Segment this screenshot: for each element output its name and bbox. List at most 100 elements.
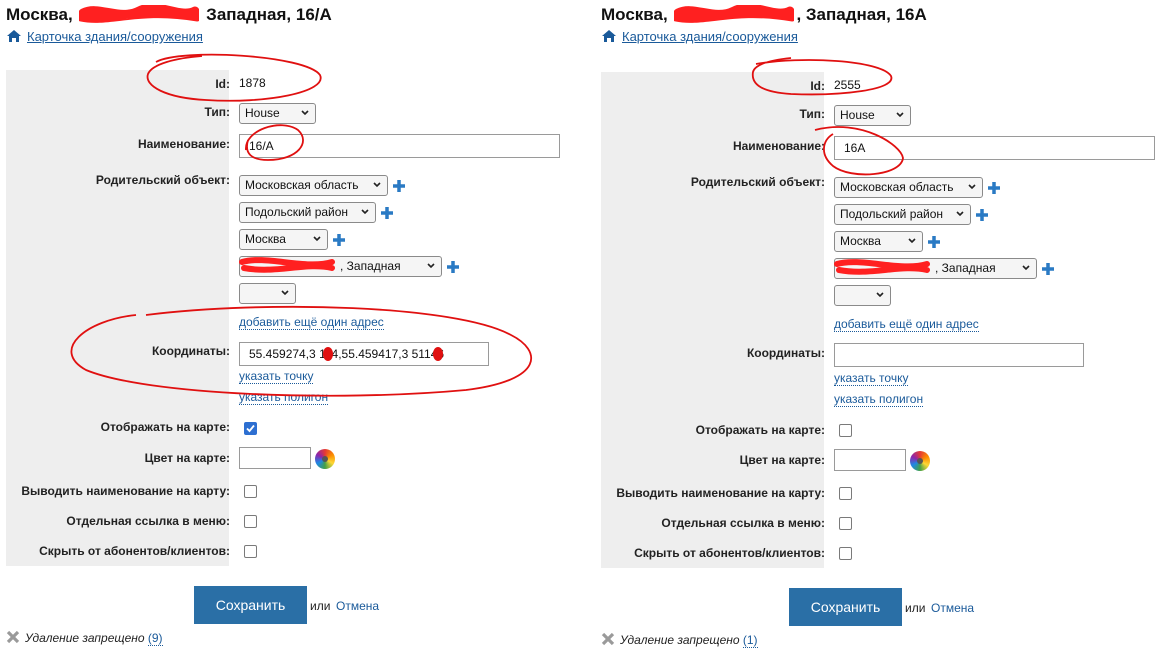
set-point-link[interactable]: указать точку	[239, 369, 314, 384]
parent-select-value: Московская область	[245, 178, 359, 192]
add-address-link[interactable]: добавить ещё один адрес	[239, 315, 384, 330]
parent-select-value: , Западная	[340, 259, 401, 273]
coords-field[interactable]: 55.459274,3 114,55.459417,3 51146	[239, 342, 489, 366]
id-value: 2555	[834, 78, 861, 92]
id-label: Id:	[810, 79, 825, 93]
show-on-map-label: Отображать на карте:	[100, 420, 230, 434]
save-button[interactable]: Сохранить	[194, 586, 307, 624]
add-parent-icon[interactable]	[446, 260, 460, 274]
chevron-down-icon	[301, 110, 309, 116]
parent-select-street[interactable]: , Западная	[239, 256, 442, 277]
color-picker-icon[interactable]	[910, 451, 930, 471]
parent-select-value: Подольский район	[245, 205, 349, 219]
chevron-down-icon	[908, 238, 916, 244]
parent-select-city[interactable]: Москва	[239, 229, 328, 250]
id-label: Id:	[215, 77, 230, 91]
parent-select-region[interactable]: Московская область	[239, 175, 388, 196]
map-color-field[interactable]	[834, 449, 906, 471]
building-card-link[interactable]: Карточка здания/сооружения	[27, 29, 203, 44]
parent-select-value: , Западная	[935, 261, 996, 275]
menu-link-label: Отдельная ссылка в меню:	[66, 514, 230, 528]
chevron-down-icon	[361, 209, 369, 215]
cancel-link[interactable]: Отмена	[931, 601, 974, 615]
name-field[interactable]: 16/А	[239, 134, 560, 158]
hide-clients-label: Скрыть от абонентов/клиентов:	[634, 546, 825, 560]
add-parent-icon[interactable]	[927, 235, 941, 249]
chevron-down-icon	[373, 182, 381, 188]
building-card-link[interactable]: Карточка здания/сооружения	[622, 29, 798, 44]
chevron-down-icon	[968, 184, 976, 190]
hide-clients-checkbox[interactable]	[244, 545, 257, 558]
delete-count-link[interactable]: (9)	[147, 631, 163, 646]
coords-label: Координаты:	[151, 344, 230, 358]
map-color-field[interactable]	[239, 447, 311, 469]
chevron-down-icon	[896, 112, 904, 118]
show-on-map-label: Отображать на карте:	[695, 423, 825, 437]
name-label: Наименование:	[137, 137, 230, 151]
name-label: Наименование:	[732, 139, 825, 153]
parent-select-street[interactable]: , Западная	[834, 258, 1037, 279]
add-parent-icon[interactable]	[1041, 262, 1055, 276]
show-name-checkbox[interactable]	[839, 487, 852, 500]
parent-select-value: Подольский район	[840, 207, 944, 221]
set-point-link[interactable]: указать точку	[834, 371, 909, 386]
delete-forbidden: Удаление запрещено (9)	[6, 630, 163, 646]
add-parent-icon[interactable]	[975, 208, 989, 222]
color-picker-icon[interactable]	[315, 449, 335, 469]
show-name-checkbox[interactable]	[244, 485, 257, 498]
menu-link-label: Отдельная ссылка в меню:	[661, 516, 825, 530]
type-select[interactable]: House	[834, 105, 911, 126]
parent-select-house[interactable]	[834, 285, 891, 306]
map-color-label: Цвет на карте:	[144, 451, 230, 465]
map-color-label: Цвет на карте:	[739, 453, 825, 467]
parent-select-region[interactable]: Московская область	[834, 177, 983, 198]
id-value: 1878	[239, 76, 266, 90]
set-polygon-link[interactable]: указать полигон	[239, 390, 329, 405]
type-select-value: House	[245, 106, 280, 120]
parent-select-value: Москва	[245, 232, 286, 246]
cancel-link[interactable]: Отмена	[336, 599, 379, 613]
menu-link-checkbox[interactable]	[839, 517, 852, 530]
coords-field[interactable]	[834, 343, 1084, 367]
building-card-right: Москва, , Западная, 16А Карточка здания/…	[601, 0, 1160, 658]
page-title: Москва, Западная, 16/А	[6, 5, 332, 25]
chevron-down-icon	[313, 236, 321, 242]
parent-select-house[interactable]	[239, 283, 296, 304]
type-select[interactable]: House	[239, 103, 316, 124]
add-parent-icon[interactable]	[987, 181, 1001, 195]
type-label: Тип:	[204, 105, 231, 119]
parent-select-value: Московская область	[840, 180, 954, 194]
show-on-map-checkbox[interactable]	[839, 424, 852, 437]
show-name-label: Выводить наименование на карту:	[21, 484, 230, 498]
add-parent-icon[interactable]	[392, 179, 406, 193]
parent-select-district[interactable]: Подольский район	[834, 204, 971, 225]
or-text: или	[310, 599, 331, 613]
title-prefix: Москва,	[601, 5, 668, 24]
title-prefix: Москва,	[6, 5, 73, 24]
delete-count-link[interactable]: (1)	[742, 633, 758, 648]
parent-select-city[interactable]: Москва	[834, 231, 923, 252]
breadcrumb: Карточка здания/сооружения	[6, 29, 203, 44]
save-button[interactable]: Сохранить	[789, 588, 902, 626]
show-on-map-checkbox[interactable]	[244, 422, 257, 435]
checkmark-icon	[246, 424, 255, 433]
menu-link-checkbox[interactable]	[244, 515, 257, 528]
add-address-link[interactable]: добавить ещё один адрес	[834, 317, 979, 332]
chevron-down-icon	[427, 263, 435, 269]
or-text: или	[905, 601, 926, 615]
add-parent-icon[interactable]	[380, 206, 394, 220]
set-polygon-link[interactable]: указать полигон	[834, 392, 924, 407]
breadcrumb: Карточка здания/сооружения	[601, 29, 798, 44]
close-icon	[601, 632, 615, 646]
add-parent-icon[interactable]	[332, 233, 346, 247]
parent-select-district[interactable]: Подольский район	[239, 202, 376, 223]
redaction-scribble	[674, 5, 795, 23]
hide-clients-checkbox[interactable]	[839, 547, 852, 560]
type-label: Тип:	[799, 107, 826, 121]
parent-select-value: Москва	[840, 234, 881, 248]
name-field[interactable]: 16А	[834, 136, 1155, 160]
coords-label: Координаты:	[746, 346, 825, 360]
chevron-down-icon	[876, 292, 884, 298]
building-card-left: Москва, Западная, 16/А Карточка здания/с…	[6, 0, 566, 658]
home-icon	[7, 30, 21, 42]
